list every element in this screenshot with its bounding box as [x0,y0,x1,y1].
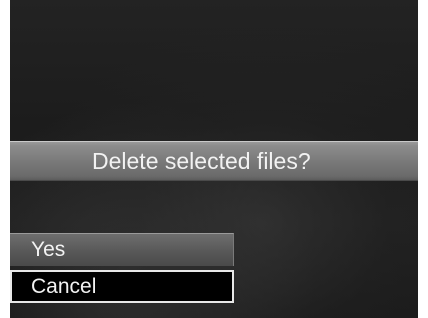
confirmation-bar: Delete selected files? [10,141,418,181]
yes-option[interactable]: Yes [10,233,234,266]
confirmation-message: Delete selected files? [92,148,311,174]
cancel-option[interactable]: Cancel [10,270,234,303]
camera-lcd-screen: Delete selected files? Yes Cancel [10,0,418,318]
option-menu: Yes Cancel [10,233,236,303]
